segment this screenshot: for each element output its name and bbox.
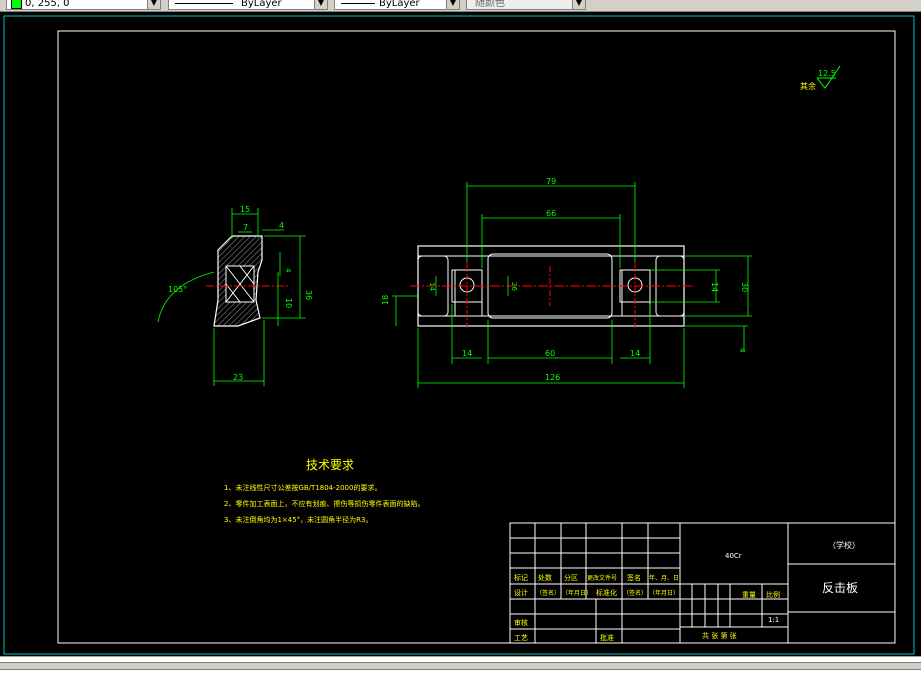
line-sample (175, 3, 233, 4)
plotstyle-value: 随颜色 (475, 0, 505, 9)
side-dim-2: 4 (279, 221, 284, 230)
color-value: 0, 255, 0 (25, 0, 70, 9)
color-swatch (11, 0, 22, 9)
linetype-dropdown[interactable]: ByLayer ▼ (168, 0, 328, 10)
front-dim-10: 30 (740, 282, 749, 292)
tb-header-3: 更改文件号 (587, 574, 617, 582)
side-dim-1: 7 (243, 223, 248, 232)
outer-frame (3, 15, 915, 655)
tb-review: 审核 (514, 618, 528, 627)
tech-req-title: 技术要求 (306, 458, 354, 472)
front-dim-4: 18 (381, 295, 390, 305)
tech-req-line-1: 1、未注线性尺寸公差按GB/T1804-2000的要求。 (224, 483, 381, 492)
tb-approve: 批准 (600, 633, 614, 642)
title-block: 标记 处数 分区 更改文件号 签名 年、月、日 设计 （签名） （年月日） 标准… (509, 522, 896, 644)
horizontal-scrollbar[interactable] (0, 662, 921, 670)
tb-process: 工艺 (514, 634, 528, 642)
front-dim-9: 14 (710, 282, 719, 292)
surface-finish-symbol: 其余 12.5 (800, 65, 841, 91)
linetype-value: ByLayer (241, 0, 282, 9)
tb-scale: 1:1 (768, 616, 779, 624)
tb-design-0: 设计 (514, 588, 528, 597)
plotstyle-dropdown[interactable]: 随颜色 ▼ (466, 0, 586, 10)
surface-finish-label: 其余 (800, 81, 816, 91)
tech-req-line-3: 3、未注倒角均为1×45°，未注圆角半径为R3。 (224, 515, 373, 524)
front-dim-5: 14 (462, 349, 472, 358)
chevron-down-icon[interactable]: ▼ (446, 0, 459, 9)
front-dim-8: 126 (545, 373, 560, 382)
tb-design-2: （年月日） (562, 589, 592, 597)
side-angle: 105° (168, 285, 187, 294)
tb-design-5: （年月日） (649, 589, 679, 597)
front-dim-3: 14 (428, 282, 436, 291)
side-dim-3: 36 (304, 290, 313, 300)
tb-design-1: （签名） (536, 589, 560, 597)
chevron-down-icon[interactable]: ▼ (314, 0, 327, 9)
side-dim-6: 23 (233, 373, 243, 382)
front-view: 79 66 26 14 18 14 60 14 126 14 30 4 (381, 177, 752, 388)
side-dim-5: 4 (284, 268, 292, 273)
technical-requirements: 技术要求 1、未注线性尺寸公差按GB/T1804-2000的要求。 2、零件加工… (224, 458, 424, 524)
tb-sheets: 共 张 第 张 (702, 631, 737, 640)
tb-school: （学校） (828, 540, 860, 550)
tb-weight: 重量 (742, 591, 756, 599)
side-dim-0: 15 (240, 205, 250, 214)
front-dim-7: 14 (630, 349, 640, 358)
drawing-canvas[interactable]: 其余 12.5 15 7 4 36 10 4 23 105° 79 66 26 … (0, 12, 921, 656)
tb-design-3: 标准化 (596, 588, 617, 597)
tb-ratio: 比例 (766, 590, 780, 599)
front-dim-0: 79 (546, 177, 556, 186)
lineweight-value: ByLayer (379, 0, 420, 9)
tb-header-1: 处数 (538, 573, 552, 582)
front-dim-6: 60 (545, 349, 555, 358)
color-dropdown[interactable]: 0, 255, 0 ▼ (6, 0, 161, 10)
horizontal-scrollbar-area[interactable] (0, 656, 921, 681)
tb-part-name: 反击板 (822, 581, 858, 595)
front-dim-11: 4 (738, 348, 746, 353)
front-dim-2: 26 (510, 282, 518, 291)
properties-toolbar: 0, 255, 0 ▼ ByLayer ▼ ByLayer ▼ 随颜色 ▼ (0, 0, 921, 12)
tb-design-4: （签名） (623, 589, 647, 597)
tb-header-4: 签名 (627, 573, 641, 582)
tb-material: 40Cr (725, 552, 742, 560)
tb-header-0: 标记 (514, 573, 528, 582)
line-sample (341, 3, 375, 4)
tech-req-line-2: 2、零件加工表面上，不应有划痕、擦伤等损伤零件表面的缺陷。 (224, 499, 424, 508)
side-dim-4: 10 (284, 298, 293, 308)
tb-header-2: 分区 (564, 573, 578, 582)
front-dim-1: 66 (546, 209, 556, 218)
chevron-down-icon[interactable]: ▼ (147, 0, 160, 9)
inner-frame (57, 30, 896, 644)
lineweight-dropdown[interactable]: ByLayer ▼ (334, 0, 460, 10)
side-view: 15 7 4 36 10 4 23 105° (157, 205, 313, 386)
tb-header-5: 年、月、日 (649, 574, 679, 582)
chevron-down-icon[interactable]: ▼ (572, 0, 585, 9)
drawing-svg: 其余 12.5 15 7 4 36 10 4 23 105° 79 66 26 … (3, 15, 915, 655)
